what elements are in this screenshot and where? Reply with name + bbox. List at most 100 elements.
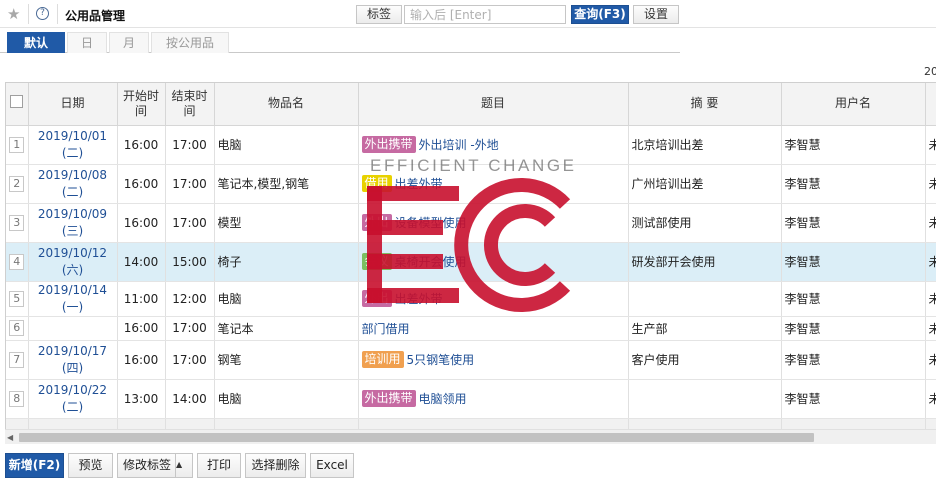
table-row[interactable]: 9 08:0009:00笔记本,钥匙培训外出培训哈尔滨培训出差李智慧未 <box>6 418 936 429</box>
row-index-cell: 3 <box>6 203 29 243</box>
search-input[interactable] <box>404 5 566 24</box>
column-header-date[interactable]: 日期 <box>28 83 118 126</box>
weekday-link[interactable]: (一) <box>32 299 114 316</box>
date-link[interactable]: 2019/10/22 <box>32 382 114 399</box>
column-header-summary[interactable]: 摘 要 <box>628 83 782 126</box>
table-row[interactable]: 3 2019/10/09 (三) 16:00 17:00 模型 外出 设备模型使用 测试部使用李… <box>6 203 936 243</box>
status-cell: 未 <box>925 164 936 204</box>
status-cell: 未 <box>925 379 936 419</box>
scroll-left-icon[interactable]: ◀ <box>7 433 13 442</box>
status-cell: 未 <box>925 340 936 380</box>
edit-tag-button[interactable]: 修改标签 ▲ <box>117 453 193 478</box>
tab-by-item[interactable]: 按公用品 <box>151 32 229 53</box>
tab-default[interactable]: 默认 <box>7 32 65 53</box>
date-link[interactable]: 2019/10/08 <box>32 167 114 184</box>
date-cell[interactable] <box>28 316 118 341</box>
column-header-item[interactable]: 物品名 <box>214 83 359 126</box>
weekday-link[interactable]: (二) <box>32 184 114 201</box>
topic-cell[interactable]: 借用 出差外带 <box>358 164 629 204</box>
select-all-checkbox[interactable] <box>6 83 29 126</box>
user-cell: 李智慧 <box>781 242 926 282</box>
item-cell: 电脑 <box>214 379 359 419</box>
topic-cell[interactable]: 外出 出差外带 <box>358 281 629 317</box>
column-header-topic[interactable]: 题目 <box>358 83 629 126</box>
end-time-cell: 17:00 <box>165 203 215 243</box>
favorite-star-icon[interactable]: ★ <box>7 5 20 23</box>
date-cell[interactable]: 2019/10/22 (二) <box>28 379 118 419</box>
column-header-user[interactable]: 用户名 <box>781 83 926 126</box>
edit-tag-label: 修改标签 <box>123 458 172 472</box>
date-link[interactable]: 2019/10/14 <box>32 282 114 299</box>
topic-cell[interactable]: 培训外出培训 <box>358 418 629 429</box>
caret-up-icon[interactable]: ▲ <box>175 454 192 477</box>
checkbox-icon[interactable] <box>10 95 24 109</box>
divider <box>57 4 58 24</box>
date-cell[interactable]: 2019/10/17 (四) <box>28 340 118 380</box>
excel-export-button[interactable]: Excel <box>310 453 354 478</box>
table-row[interactable]: 4 2019/10/12 (六) 14:00 15:00 椅子 会议 桌椅开会使用 研发部开会使… <box>6 242 936 282</box>
topic-link[interactable]: 出差外带 <box>395 177 443 191</box>
summary-cell: 生产部 <box>628 316 782 341</box>
topic-cell[interactable]: 外出携带 外出培训 -外地 <box>358 125 629 165</box>
row-index-cell: 2 <box>6 164 29 204</box>
column-header-end[interactable]: 结束时间 <box>165 83 215 126</box>
column-header-label: 日期 <box>60 96 85 111</box>
topic-cell[interactable]: 会议 桌椅开会使用 <box>358 242 629 282</box>
column-header-label: 题目 <box>480 96 505 111</box>
topic-link[interactable]: 设备模型使用 <box>395 216 467 230</box>
topic-link[interactable]: 部门借用 <box>362 322 410 336</box>
preview-button[interactable]: 预览 <box>68 453 113 478</box>
batch-delete-button[interactable]: 选择删除 <box>245 453 306 478</box>
date-link[interactable]: 2019/10/12 <box>32 245 114 262</box>
weekday-link[interactable]: (三) <box>32 223 114 240</box>
table-row[interactable]: 1 2019/10/01 (二) 16:00 17:00 电脑 外出携带 外出培训 -外地 北京… <box>6 125 936 165</box>
topic-link[interactable]: 5只钢笔使用 <box>407 353 475 367</box>
horizontal-scrollbar[interactable]: ◀ <box>5 429 936 444</box>
query-button[interactable]: 查询(F3) <box>571 5 629 24</box>
status-cell: 未 <box>925 242 936 282</box>
table-row[interactable]: 82019/10/22(二)13:0014:00电脑外出携带电脑领用李智慧未 <box>6 379 936 419</box>
weekday-link[interactable]: (六) <box>32 262 114 279</box>
date-link[interactable]: 2019/10/09 <box>32 206 114 223</box>
date-cell[interactable]: 2019/10/09 (三) <box>28 203 118 243</box>
tag-button[interactable]: 标签 <box>356 5 402 24</box>
topic-cell[interactable]: 部门借用 <box>358 316 629 341</box>
topic-cell[interactable]: 外出携带 电脑领用 <box>358 379 629 419</box>
column-header-start[interactable]: 开始时间 <box>117 83 166 126</box>
help-icon[interactable]: ? <box>36 7 49 20</box>
topic-link[interactable]: 桌椅开会使用 <box>395 255 467 269</box>
date-cell[interactable] <box>28 418 118 429</box>
row-index-cell: 9 <box>6 418 29 429</box>
new-button[interactable]: 新增(F2) <box>5 453 64 478</box>
date-cell[interactable]: 2019/10/08 (二) <box>28 164 118 204</box>
print-button[interactable]: 打印 <box>197 453 241 478</box>
weekday-link[interactable]: (二) <box>32 399 114 416</box>
weekday-link[interactable]: (二) <box>32 145 114 162</box>
date-cell[interactable]: 2019/10/12 (六) <box>28 242 118 282</box>
date-link[interactable]: 2019/10/01 <box>32 128 114 145</box>
topic-link[interactable]: 电脑领用 <box>419 392 467 406</box>
item-cell: 椅子 <box>214 242 359 282</box>
category-badge: 外出携带 <box>361 390 416 407</box>
topic-cell[interactable]: 外出 设备模型使用 <box>358 203 629 243</box>
column-header-extra[interactable] <box>925 83 936 126</box>
start-time-cell: 11:00 <box>117 281 166 317</box>
date-cell[interactable]: 2019/10/01 (二) <box>28 125 118 165</box>
user-cell: 李智慧 <box>781 203 926 243</box>
weekday-link[interactable]: (四) <box>32 360 114 377</box>
date-cell[interactable]: 2019/10/14 (一) <box>28 281 118 317</box>
scrollbar-thumb[interactable] <box>19 433 814 442</box>
table-row[interactable]: 52019/10/14(一)11:0012:00电脑外出出差外带李智慧未 <box>6 281 936 317</box>
date-link[interactable]: 2019/10/17 <box>32 343 114 360</box>
settings-button[interactable]: 设置 <box>633 5 679 24</box>
row-index: 8 <box>9 390 25 407</box>
table-row[interactable]: 2 2019/10/08 (二) 16:00 17:00 笔记本,模型,钢笔 借用 出差外带广… <box>6 164 936 204</box>
topic-link[interactable]: 出差外带 <box>395 292 443 306</box>
row-index-cell: 1 <box>6 125 29 165</box>
table-row[interactable]: 7 2019/10/17 (四) 16:00 17:00 钢笔 培训用 5只钢笔使用 客户使用李… <box>6 340 936 380</box>
tab-day[interactable]: 日 <box>67 32 107 53</box>
topic-cell[interactable]: 培训用 5只钢笔使用 <box>358 340 629 380</box>
tab-month[interactable]: 月 <box>109 32 149 53</box>
topic-link[interactable]: 外出培训 -外地 <box>419 138 499 152</box>
table-row[interactable]: 6 16:0017:00笔记本部门借用 生产部李智慧未 <box>6 316 936 341</box>
